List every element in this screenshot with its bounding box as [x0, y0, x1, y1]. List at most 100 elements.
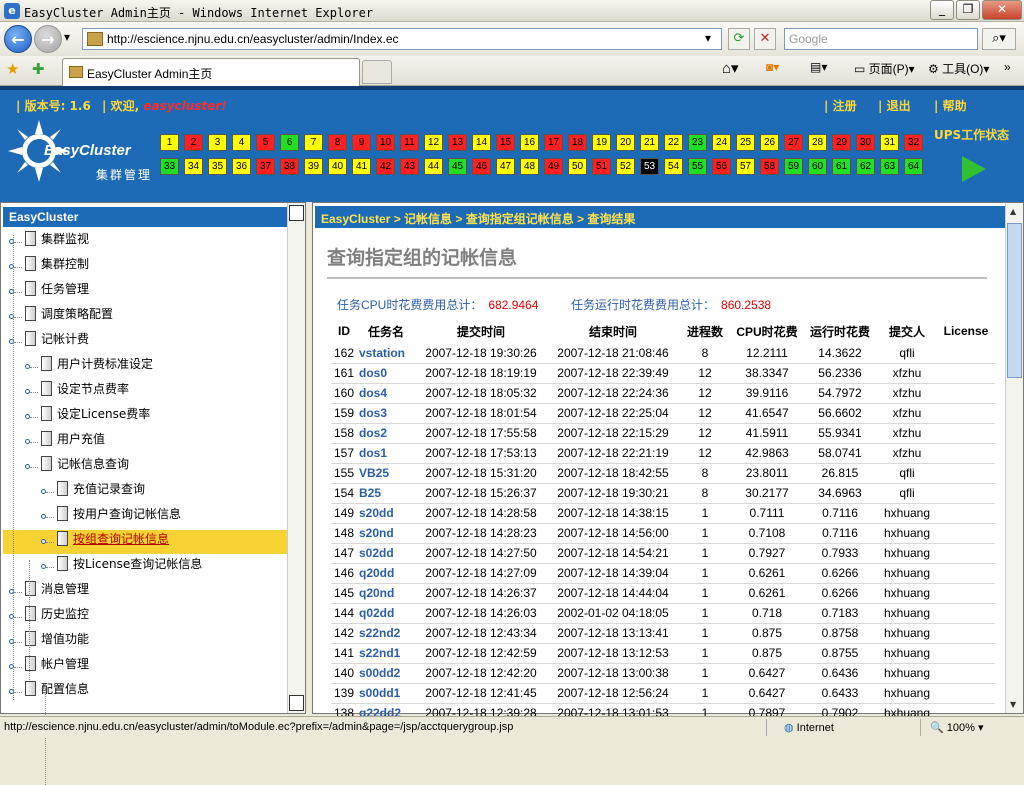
node-40[interactable]: 40 — [328, 158, 347, 175]
node-15[interactable]: 15 — [496, 134, 515, 151]
recent-pages-icon[interactable]: ▾ — [64, 30, 70, 44]
node-1[interactable]: 1 — [160, 134, 179, 151]
sidebar-scroll-down[interactable] — [289, 695, 304, 711]
ups-play-icon[interactable] — [962, 156, 986, 182]
back-button[interactable]: ← — [4, 25, 32, 53]
node-11[interactable]: 11 — [400, 134, 419, 151]
node-16[interactable]: 16 — [520, 134, 539, 151]
sidebar-scroll-thumb[interactable] — [289, 205, 304, 221]
logout-link[interactable]: | 退出 — [878, 97, 911, 114]
node-43[interactable]: 43 — [400, 158, 419, 175]
toolbar-overflow-icon[interactable]: » — [1004, 60, 1011, 74]
sidebar-item-3[interactable]: 调度策略配置 — [25, 305, 115, 329]
node-31[interactable]: 31 — [880, 134, 899, 151]
help-link[interactable]: | 帮助 — [934, 97, 967, 114]
node-12[interactable]: 12 — [424, 134, 443, 151]
node-4[interactable]: 4 — [232, 134, 251, 151]
node-61[interactable]: 61 — [832, 158, 851, 175]
node-63[interactable]: 63 — [880, 158, 899, 175]
job-name-link[interactable]: q02dd — [357, 603, 415, 624]
node-14[interactable]: 14 — [472, 134, 491, 151]
node-29[interactable]: 29 — [832, 134, 851, 151]
sidebar-item-1[interactable]: 集群控制 — [25, 255, 91, 279]
search-input[interactable]: Google — [784, 28, 978, 50]
zoom-control[interactable]: 🔍 100% ▾ — [930, 721, 983, 734]
node-60[interactable]: 60 — [808, 158, 827, 175]
node-26[interactable]: 26 — [760, 134, 779, 151]
main-scroll-thumb[interactable] — [1007, 223, 1022, 378]
node-55[interactable]: 55 — [688, 158, 707, 175]
node-37[interactable]: 37 — [256, 158, 275, 175]
node-8[interactable]: 8 — [328, 134, 347, 151]
job-name-link[interactable]: s22nd2 — [357, 623, 415, 644]
node-24[interactable]: 24 — [712, 134, 731, 151]
job-name-link[interactable]: VB25 — [357, 463, 415, 484]
sidebar-item-14[interactable]: 消息管理 — [25, 580, 91, 604]
node-19[interactable]: 19 — [592, 134, 611, 151]
sidebar-item-4[interactable]: 记帐计费 — [25, 330, 91, 354]
job-name-link[interactable]: dos3 — [357, 403, 415, 424]
home-icon[interactable]: ⌂▾ — [722, 59, 739, 77]
node-39[interactable]: 39 — [304, 158, 323, 175]
node-7[interactable]: 7 — [304, 134, 323, 151]
stop-icon[interactable]: ✕ — [754, 28, 776, 50]
sidebar-item-7[interactable]: 设定License费率 — [41, 405, 152, 429]
node-42[interactable]: 42 — [376, 158, 395, 175]
node-23[interactable]: 23 — [688, 134, 707, 151]
close-button[interactable]: ✕ — [982, 0, 1022, 20]
job-name-link[interactable]: s00dd1 — [357, 683, 415, 704]
node-5[interactable]: 5 — [256, 134, 275, 151]
node-9[interactable]: 9 — [352, 134, 371, 151]
new-tab-button[interactable] — [362, 60, 392, 84]
tools-menu[interactable]: ⚙ 工具(O)▾ — [928, 60, 989, 77]
feeds-icon[interactable]: ◙▾ — [766, 60, 779, 74]
node-45[interactable]: 45 — [448, 158, 467, 175]
node-25[interactable]: 25 — [736, 134, 755, 151]
job-name-link[interactable]: dos4 — [357, 383, 415, 404]
job-name-link[interactable]: dos1 — [357, 443, 415, 464]
node-28[interactable]: 28 — [808, 134, 827, 151]
node-34[interactable]: 34 — [184, 158, 203, 175]
node-52[interactable]: 52 — [616, 158, 635, 175]
node-30[interactable]: 30 — [856, 134, 875, 151]
search-icon[interactable]: ⌕▾ — [982, 28, 1016, 50]
sidebar-item-18[interactable]: 配置信息 — [25, 680, 91, 704]
node-17[interactable]: 17 — [544, 134, 563, 151]
node-21[interactable]: 21 — [640, 134, 659, 151]
node-54[interactable]: 54 — [664, 158, 683, 175]
sidebar-item-17[interactable]: 帐户管理 — [25, 655, 91, 679]
node-10[interactable]: 10 — [376, 134, 395, 151]
sidebar-item-11[interactable]: 按用户查询记帐信息 — [57, 505, 183, 529]
job-name-link[interactable]: q20nd — [357, 583, 415, 604]
scroll-up-icon[interactable]: ▲ — [1010, 207, 1016, 216]
job-name-link[interactable]: q20dd — [357, 563, 415, 584]
address-input[interactable]: http://escience.njnu.edu.cn/easycluster/… — [82, 28, 722, 50]
node-53[interactable]: 53 — [640, 158, 659, 175]
sidebar-scrollbar[interactable] — [287, 203, 305, 713]
node-49[interactable]: 49 — [544, 158, 563, 175]
node-44[interactable]: 44 — [424, 158, 443, 175]
scroll-down-icon[interactable]: ▼ — [1010, 700, 1016, 709]
node-36[interactable]: 36 — [232, 158, 251, 175]
minimize-button[interactable]: _ — [930, 0, 954, 20]
sidebar-item-13[interactable]: 按License查询记帐信息 — [57, 555, 204, 579]
sidebar-item-9[interactable]: 记帐信息查询 — [41, 455, 131, 479]
node-51[interactable]: 51 — [592, 158, 611, 175]
node-18[interactable]: 18 — [568, 134, 587, 151]
node-59[interactable]: 59 — [784, 158, 803, 175]
node-46[interactable]: 46 — [472, 158, 491, 175]
node-56[interactable]: 56 — [712, 158, 731, 175]
node-58[interactable]: 58 — [760, 158, 779, 175]
node-41[interactable]: 41 — [352, 158, 371, 175]
sidebar-item-15[interactable]: 历史监控 — [25, 605, 91, 629]
node-38[interactable]: 38 — [280, 158, 299, 175]
node-33[interactable]: 33 — [160, 158, 179, 175]
sidebar-item-10[interactable]: 充值记录查询 — [57, 480, 147, 504]
node-57[interactable]: 57 — [736, 158, 755, 175]
job-name-link[interactable]: B25 — [357, 483, 415, 504]
node-6[interactable]: 6 — [280, 134, 299, 151]
sidebar-item-0[interactable]: 集群监视 — [25, 230, 91, 254]
sidebar-item-16[interactable]: 增值功能 — [25, 630, 91, 654]
sidebar-item-5[interactable]: 用户计费标准设定 — [41, 355, 155, 379]
tab-active[interactable]: EasyCluster Admin主页 — [62, 58, 360, 86]
